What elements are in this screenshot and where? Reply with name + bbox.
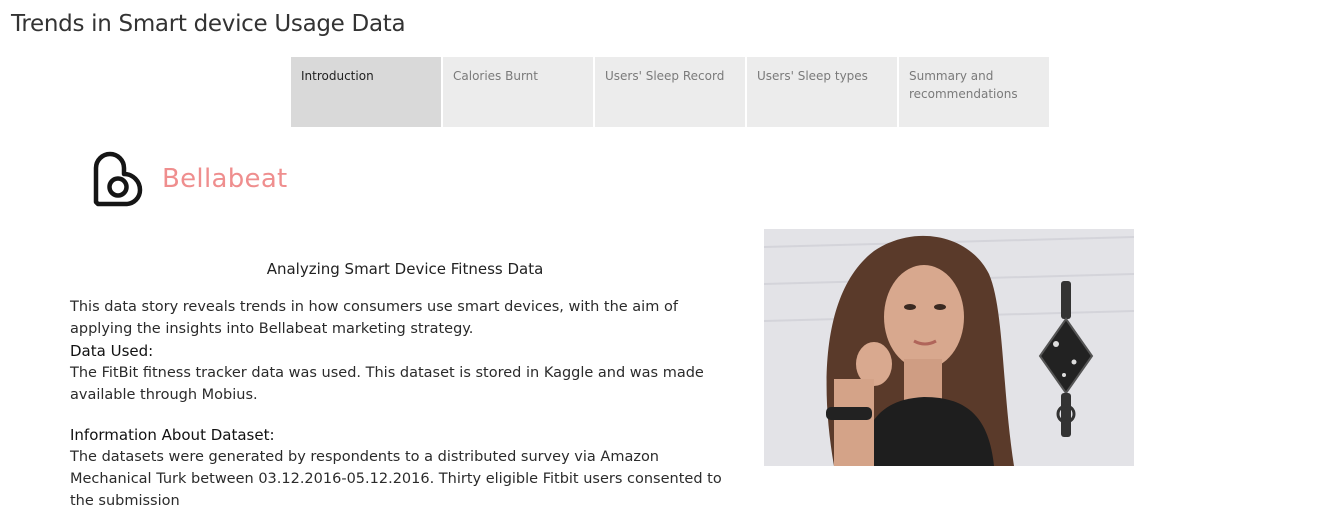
bellabeat-logo-icon [93,151,143,207]
data-used-text: The FitBit fitness tracker data was used… [70,365,704,403]
intro-heading: Analyzing Smart Device Fitness Data [266,260,544,278]
bellabeat-logo: Bellabeat [90,150,288,208]
dataset-info-text: The datasets were generated by responden… [70,449,722,509]
data-used-heading: Data Used: [70,342,154,360]
tab-users-sleep-record[interactable]: Users' Sleep Record [595,57,745,127]
intro-summary: This data story reveals trends in how co… [70,299,678,337]
data-used-section: Data Used: The FitBit fitness tracker da… [70,340,740,406]
product-photo [764,229,1134,466]
dataset-info-heading: Information About Dataset: [70,426,275,444]
brand-name: Bellabeat [162,164,288,194]
story-tabs: Introduction Calories Burnt Users' Sleep… [291,57,1051,127]
tab-users-sleep-types[interactable]: Users' Sleep types [747,57,897,127]
introduction-text: Analyzing Smart Device Fitness Data This… [70,258,740,530]
tab-introduction[interactable]: Introduction [291,57,441,127]
tab-calories-burnt[interactable]: Calories Burnt [443,57,593,127]
tab-summary-and-recommendations[interactable]: Summary and recommendations [899,57,1049,127]
story-title: Trends in Smart device Usage Data [11,11,406,37]
dataset-info-section: Information About Dataset: The datasets … [70,424,740,512]
